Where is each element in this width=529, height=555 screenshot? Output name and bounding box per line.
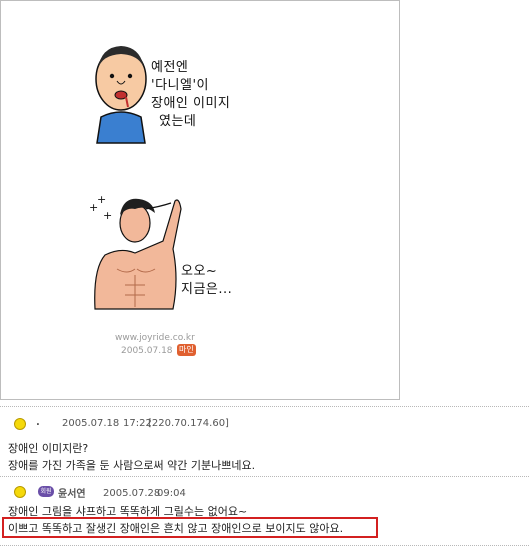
speech-line: '다니엘'이 [151,78,209,93]
smiley-icon [14,486,26,498]
comment-divider [0,406,529,407]
comment-time: 09:04 [157,488,186,499]
smiley-icon [14,418,26,430]
comment-divider [0,476,529,477]
svg-text:+: + [97,193,106,206]
comment-date: 2005.07.28 [103,488,161,499]
speech-line: 예전엔 [151,60,189,75]
svg-text:+: + [103,209,112,222]
comment-author[interactable]: 윤서연 [58,485,86,500]
credit-date: 2005.07.18 [121,346,173,356]
comment-ip: [220.70.174.60] [148,418,229,429]
credit-site: www.joyride.co.kr [115,333,195,343]
speech-line: 지금은... [181,282,233,297]
comment-line-highlighted: 이쁘고 똑똑하고 잘생긴 장애인은 흔치 않고 장애인으로 보이지도 않아요. [8,522,344,535]
member-badge-icon: 회원 [38,486,54,497]
speech-line: 오오~ [181,264,218,279]
comment-line: 장애인 이미지란? [8,442,89,455]
comment-date: 2005.07.18 [62,418,120,429]
speech-text-1: 예전엔 '다니엘'이 장애인 이미지 였는데 [151,59,230,131]
comic-image: 예전엔 '다니엘'이 장애인 이미지 였는데 + + + 오오~ 지금은... … [0,0,400,400]
credit-stamp: 마인 [177,344,196,356]
comment-divider [0,545,529,546]
comment-author[interactable]: . [36,417,40,428]
comment-line: 장애를 가진 가족을 둔 사람으로써 약간 기분나쁘네요. [8,459,256,472]
speech-line: 장애인 이미지 [151,96,231,111]
speech-line: 였는데 [159,114,197,129]
daniel-character-illustration [95,46,147,144]
handsome-man-illustration: + + + [89,193,182,310]
speech-text-2: 오오~ 지금은... [181,263,232,299]
